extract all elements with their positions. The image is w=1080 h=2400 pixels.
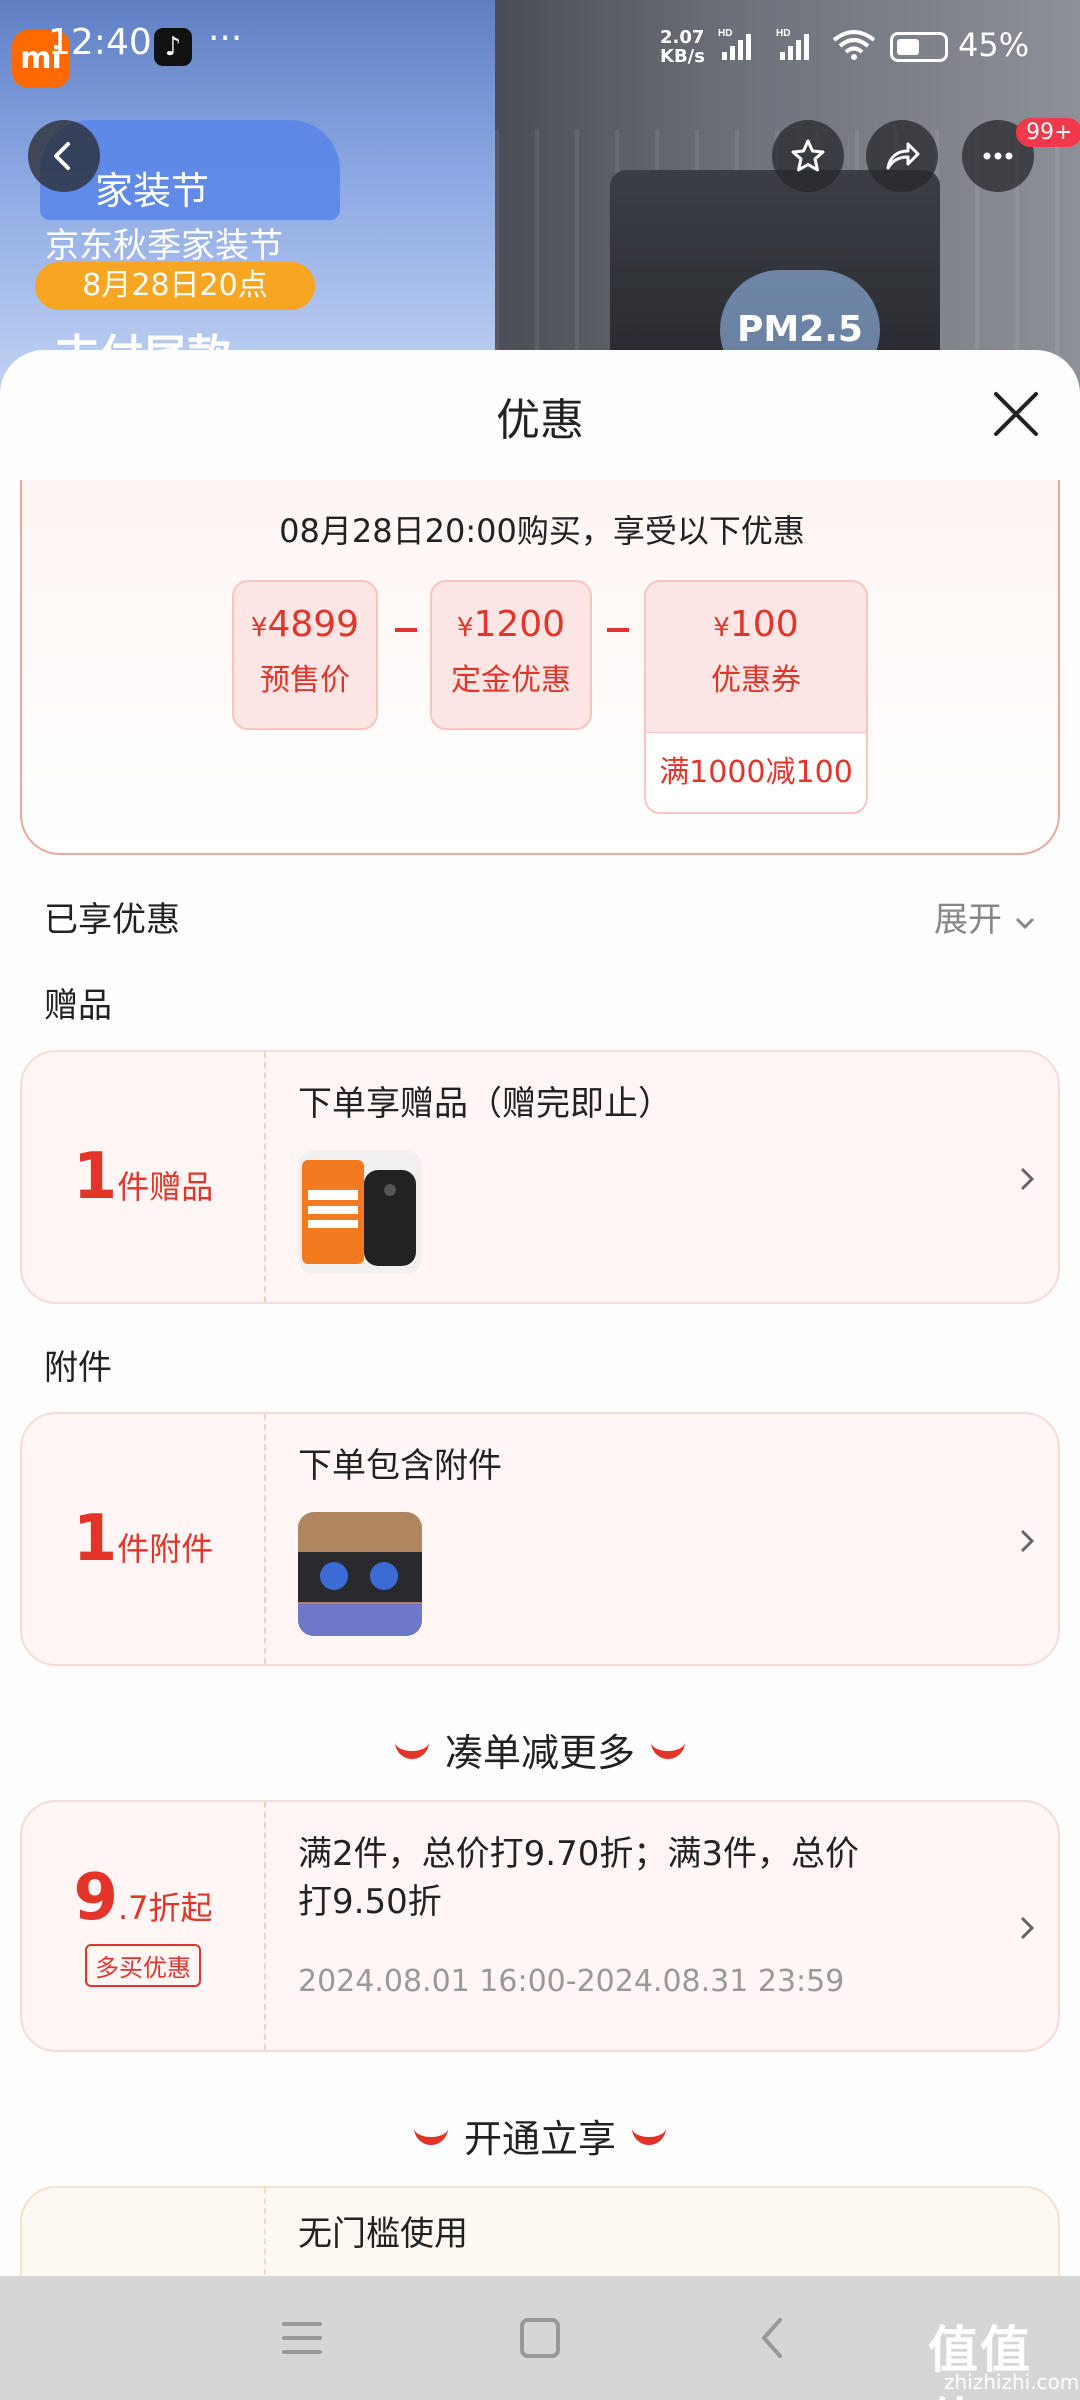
chevron-right-icon [1020, 1167, 1035, 1191]
gift-product-thumbnail [298, 1150, 422, 1274]
deposit-label: 定金优惠 [451, 663, 571, 698]
summary-caption: 08月28日20:00购买，享受以下优惠 [279, 512, 805, 550]
star-icon [791, 139, 825, 172]
membership-heading: 开通立享 [0, 2108, 1080, 2163]
bundle-discount-small: .7折起 [117, 1888, 213, 1927]
share-icon [886, 142, 920, 170]
gift-count: 1 [72, 1140, 118, 1214]
bundle-discount-big: 9 [73, 1860, 118, 1935]
system-nav-bar [0, 2276, 1080, 2400]
sheet-title: 优惠 [496, 395, 584, 446]
coupon-box: ¥100 优惠券 满1000减100 [644, 580, 868, 814]
svg-text:HD: HD [718, 28, 732, 39]
presale-price-box: ¥4899 预售价 [232, 580, 378, 730]
chevron-left-icon [54, 142, 70, 170]
signal-hd-icon: HD [776, 28, 809, 60]
menu-icon[interactable] [280, 2316, 324, 2360]
favorite-button[interactable] [772, 120, 844, 192]
more-notifications-icon: ··· [208, 18, 243, 59]
smile-decoration-icon [651, 1741, 685, 1759]
bundle-offer-row[interactable]: 9.7折起 多买优惠 满2件，总价打9.70折；满3件，总价 打9.50折 20… [20, 1800, 1060, 2052]
accessory-offer-row[interactable]: 1件附件 下单包含附件 [20, 1412, 1060, 1666]
battery-icon [890, 32, 948, 62]
deposit-discount-box: ¥1200 定金优惠 [430, 580, 592, 730]
chevron-down-icon [1015, 917, 1034, 930]
gift-unit: 件赠品 [117, 1168, 214, 1206]
minus-sign [607, 628, 629, 632]
share-button[interactable] [866, 120, 938, 192]
price-summary-card: 08月28日20:00购买，享受以下优惠 ¥4899 预售价 ¥1200 定金优… [20, 480, 1060, 855]
presale-price: 4899 [267, 604, 360, 645]
accessory-product-thumbnail [298, 1512, 422, 1636]
smile-decoration-icon [413, 2127, 448, 2145]
coupon-amount: 100 [729, 604, 799, 645]
presale-label: 预售价 [260, 663, 350, 698]
banner-date-pill: 8月28日20点 [35, 262, 315, 310]
smile-decoration-icon [632, 2127, 666, 2145]
network-speed: 2.07 KB/s [660, 27, 705, 67]
svg-text:HD: HD [776, 28, 790, 39]
banner-house-title: 家装节 [95, 169, 210, 213]
notification-badge: 99+ [1016, 118, 1080, 147]
accessory-count: 1 [72, 1502, 118, 1576]
minus-sign [395, 628, 417, 632]
membership-offer-row[interactable]: 无门槛使用 [20, 2186, 1060, 2280]
back-nav-icon[interactable] [752, 2316, 796, 2360]
bulk-buy-tag: 多买优惠 [85, 1943, 201, 1987]
enjoyed-discounts-label: 已享优惠 [44, 900, 180, 940]
discount-sheet: 优惠 08月28日20:00购买，享受以下优惠 ¥4899 预售价 ¥1200 … [0, 350, 1080, 2280]
more-dots-icon [983, 152, 1013, 160]
accessory-title: 下单包含附件 [298, 1446, 502, 1486]
deposit-discount: 1200 [473, 604, 566, 645]
accessory-section-label: 附件 [44, 1348, 112, 1388]
bundle-heading: 凑单减更多 [0, 1722, 1080, 1777]
expand-button[interactable]: 展开 [934, 892, 1037, 941]
bundle-period: 2024.08.01 16:00-2024.08.31 23:59 [298, 1964, 845, 1999]
gift-title: 下单享赠品（赠完即止） [298, 1084, 672, 1124]
coupon-condition: 满1000减100 [646, 732, 866, 812]
home-icon[interactable] [518, 2316, 562, 2360]
banner-line1: 京东秋季家装节 [45, 226, 283, 266]
back-button[interactable] [28, 120, 100, 192]
status-bar: 12:40 ♪ ··· 2.07 KB/s HD HD 45% [0, 0, 1080, 96]
accessory-unit: 件附件 [117, 1530, 214, 1568]
coupon-label: 优惠券 [711, 663, 801, 698]
bundle-title: 满2件，总价打9.70折；满3件，总价 打9.50折 [298, 1834, 859, 1922]
membership-title: 无门槛使用 [298, 2214, 468, 2254]
smile-decoration-icon [394, 1741, 429, 1759]
gift-section-label: 赠品 [44, 986, 112, 1026]
tiktok-icon: ♪ [154, 28, 192, 66]
watermark-url: zhizhizhi.com [944, 2370, 1080, 2394]
signal-hd-icon: HD [718, 28, 751, 60]
chevron-right-icon [1020, 1529, 1035, 1553]
clock: 12:40 [48, 22, 152, 63]
wifi-icon [832, 30, 876, 60]
gift-offer-row[interactable]: 1件赠品 下单享赠品（赠完即止） [20, 1050, 1060, 1304]
battery-percent: 45% [958, 26, 1030, 64]
chevron-right-icon [1020, 1916, 1035, 1940]
close-icon[interactable] [988, 386, 1044, 442]
